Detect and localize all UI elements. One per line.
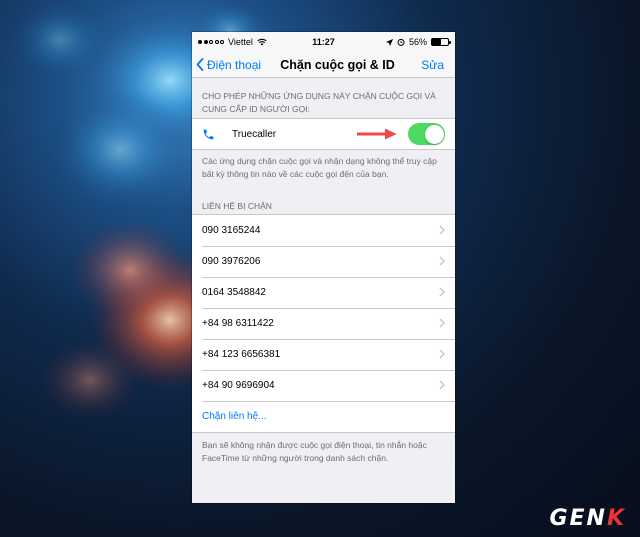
signal-strength-icon — [198, 40, 224, 44]
blocked-contact-row[interactable]: +84 123 6656381 — [192, 339, 455, 370]
truecaller-label: Truecaller — [232, 128, 277, 140]
red-arrow-annotation — [357, 128, 397, 140]
truecaller-row: Truecaller — [192, 119, 455, 149]
block-contact-row[interactable]: Chặn liên hệ... — [192, 401, 455, 432]
block-contact-link[interactable]: Chặn liên hệ... — [202, 411, 267, 422]
location-arrow-icon — [385, 38, 393, 46]
blocked-number: 090 3976206 — [202, 256, 261, 267]
call-blocking-section-header: CHO PHÉP NHỮNG ỨNG DỤNG NÀY CHẶN CUỘC GỌ… — [202, 91, 436, 114]
status-bar: Viettel 11:27 56% — [192, 32, 455, 52]
navigation-bar: Điện thoại Chặn cuộc gọi & ID Sửa — [192, 52, 455, 78]
carrier-name: Viettel — [228, 37, 253, 47]
phone-icon — [202, 128, 222, 141]
toggle-knob — [424, 124, 444, 144]
blocked-contacts-footer: Bạn sẽ không nhận được cuộc gọi điện tho… — [202, 440, 427, 463]
blocked-contact-row[interactable]: 090 3976206 — [192, 246, 455, 277]
chevron-right-icon — [439, 287, 445, 297]
alarm-icon — [397, 38, 405, 46]
phone-screen: Viettel 11:27 56% Điện thoại Chặn cuộc g… — [192, 32, 455, 503]
blocked-number: 0164 3548842 — [202, 287, 266, 298]
blocked-contact-row[interactable]: 090 3165244 — [192, 215, 455, 246]
blocked-contact-row[interactable]: +84 90 9696904 — [192, 370, 455, 401]
wifi-icon — [257, 38, 267, 46]
call-blocking-footer: Các ứng dụng chặn cuộc gọi và nhận dạng … — [202, 156, 437, 179]
blocked-number: 090 3165244 — [202, 225, 261, 236]
edit-button[interactable]: Sửa — [421, 58, 444, 72]
blocked-contact-row[interactable]: +84 98 6311422 — [192, 308, 455, 339]
call-blocking-apps-group: Truecaller — [192, 118, 455, 150]
chevron-right-icon — [439, 318, 445, 328]
blocked-number: +84 90 9696904 — [202, 380, 275, 391]
truecaller-toggle[interactable] — [408, 123, 445, 145]
back-button-label: Điện thoại — [207, 57, 262, 72]
blocked-contacts-group: 090 3165244 090 3976206 0164 3548842 +84… — [192, 214, 455, 433]
genk-logo: GENK — [549, 506, 626, 531]
battery-level — [432, 39, 441, 45]
blocked-number: +84 123 6656381 — [202, 349, 281, 360]
chevron-right-icon — [439, 256, 445, 266]
blocked-number: +84 98 6311422 — [202, 318, 274, 329]
battery-percent: 56% — [408, 37, 427, 47]
chevron-right-icon — [439, 380, 445, 390]
back-button[interactable]: Điện thoại — [192, 58, 261, 72]
chevron-left-icon — [196, 58, 204, 71]
blocked-contact-row[interactable]: 0164 3548842 — [192, 277, 455, 308]
chevron-right-icon — [439, 349, 445, 359]
battery-icon — [431, 38, 451, 46]
chevron-right-icon — [439, 225, 445, 235]
blocked-contacts-header: LIÊN HỆ BỊ CHẶN — [202, 201, 272, 211]
